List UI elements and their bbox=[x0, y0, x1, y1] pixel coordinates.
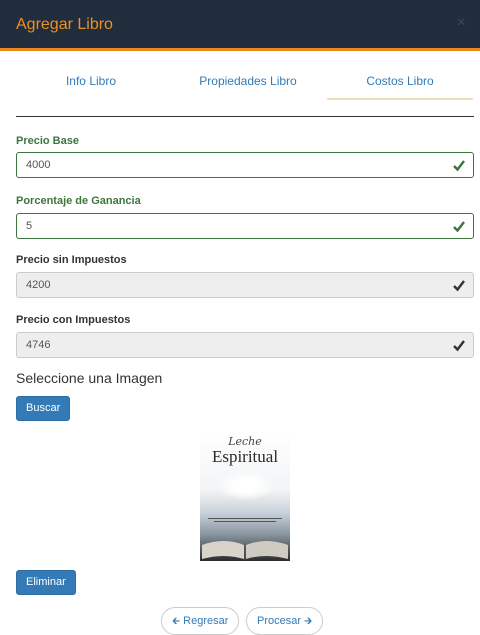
eliminar-button[interactable]: Eliminar bbox=[16, 570, 76, 595]
precio-sin-impuestos-label: Precio sin Impuestos bbox=[16, 254, 127, 266]
tab-propiedades-libro[interactable]: Propiedades Libro bbox=[171, 66, 325, 100]
cover-text-line bbox=[214, 521, 276, 522]
precio-con-impuestos-input: 4746 bbox=[16, 332, 474, 358]
procesar-button[interactable]: Procesar 🡲 bbox=[246, 607, 324, 635]
precio-base-value: 4000 bbox=[26, 159, 51, 171]
close-icon[interactable]: × bbox=[457, 14, 466, 32]
check-icon bbox=[453, 158, 465, 172]
check-icon bbox=[453, 278, 465, 292]
regresar-label: Regresar bbox=[183, 615, 229, 627]
tab-bar: Info Libro Propiedades Libro Costos Libr… bbox=[16, 66, 474, 100]
arrow-right-icon: 🡲 bbox=[304, 616, 313, 627]
regresar-button[interactable]: 🡰 Regresar bbox=[161, 607, 240, 635]
open-book-illustration bbox=[202, 541, 288, 560]
precio-sin-impuestos-input: 4200 bbox=[16, 272, 474, 298]
precio-base-label: Precio Base bbox=[16, 135, 79, 147]
check-icon bbox=[453, 219, 465, 233]
modal-title: Agregar Libro bbox=[16, 16, 113, 33]
image-section-title: Seleccione una Imagen bbox=[16, 370, 163, 386]
tab-info-libro[interactable]: Info Libro bbox=[16, 66, 166, 100]
modal-header: Agregar Libro × bbox=[0, 0, 480, 51]
porcentaje-input[interactable]: 5 bbox=[16, 213, 474, 239]
porcentaje-label: Porcentaje de Ganancia bbox=[16, 195, 141, 207]
cover-light bbox=[218, 471, 274, 501]
precio-sin-impuestos-value: 4200 bbox=[26, 279, 51, 291]
precio-con-impuestos-label: Precio con Impuestos bbox=[16, 314, 131, 326]
check-icon bbox=[453, 338, 465, 352]
cover-title-line2: Espiritual bbox=[211, 447, 279, 466]
buscar-button[interactable]: Buscar bbox=[16, 396, 71, 421]
book-cover-image: Leche Espiritual bbox=[200, 433, 290, 561]
procesar-label: Procesar bbox=[257, 615, 302, 627]
tab-divider bbox=[16, 116, 474, 117]
tab-costos-libro[interactable]: Costos Libro bbox=[327, 66, 473, 100]
precio-base-input[interactable]: 4000 bbox=[16, 152, 474, 178]
precio-con-impuestos-value: 4746 bbox=[26, 339, 51, 351]
arrow-left-icon: 🡰 bbox=[172, 616, 181, 627]
cover-text-line bbox=[208, 518, 282, 519]
porcentaje-value: 5 bbox=[26, 220, 33, 232]
